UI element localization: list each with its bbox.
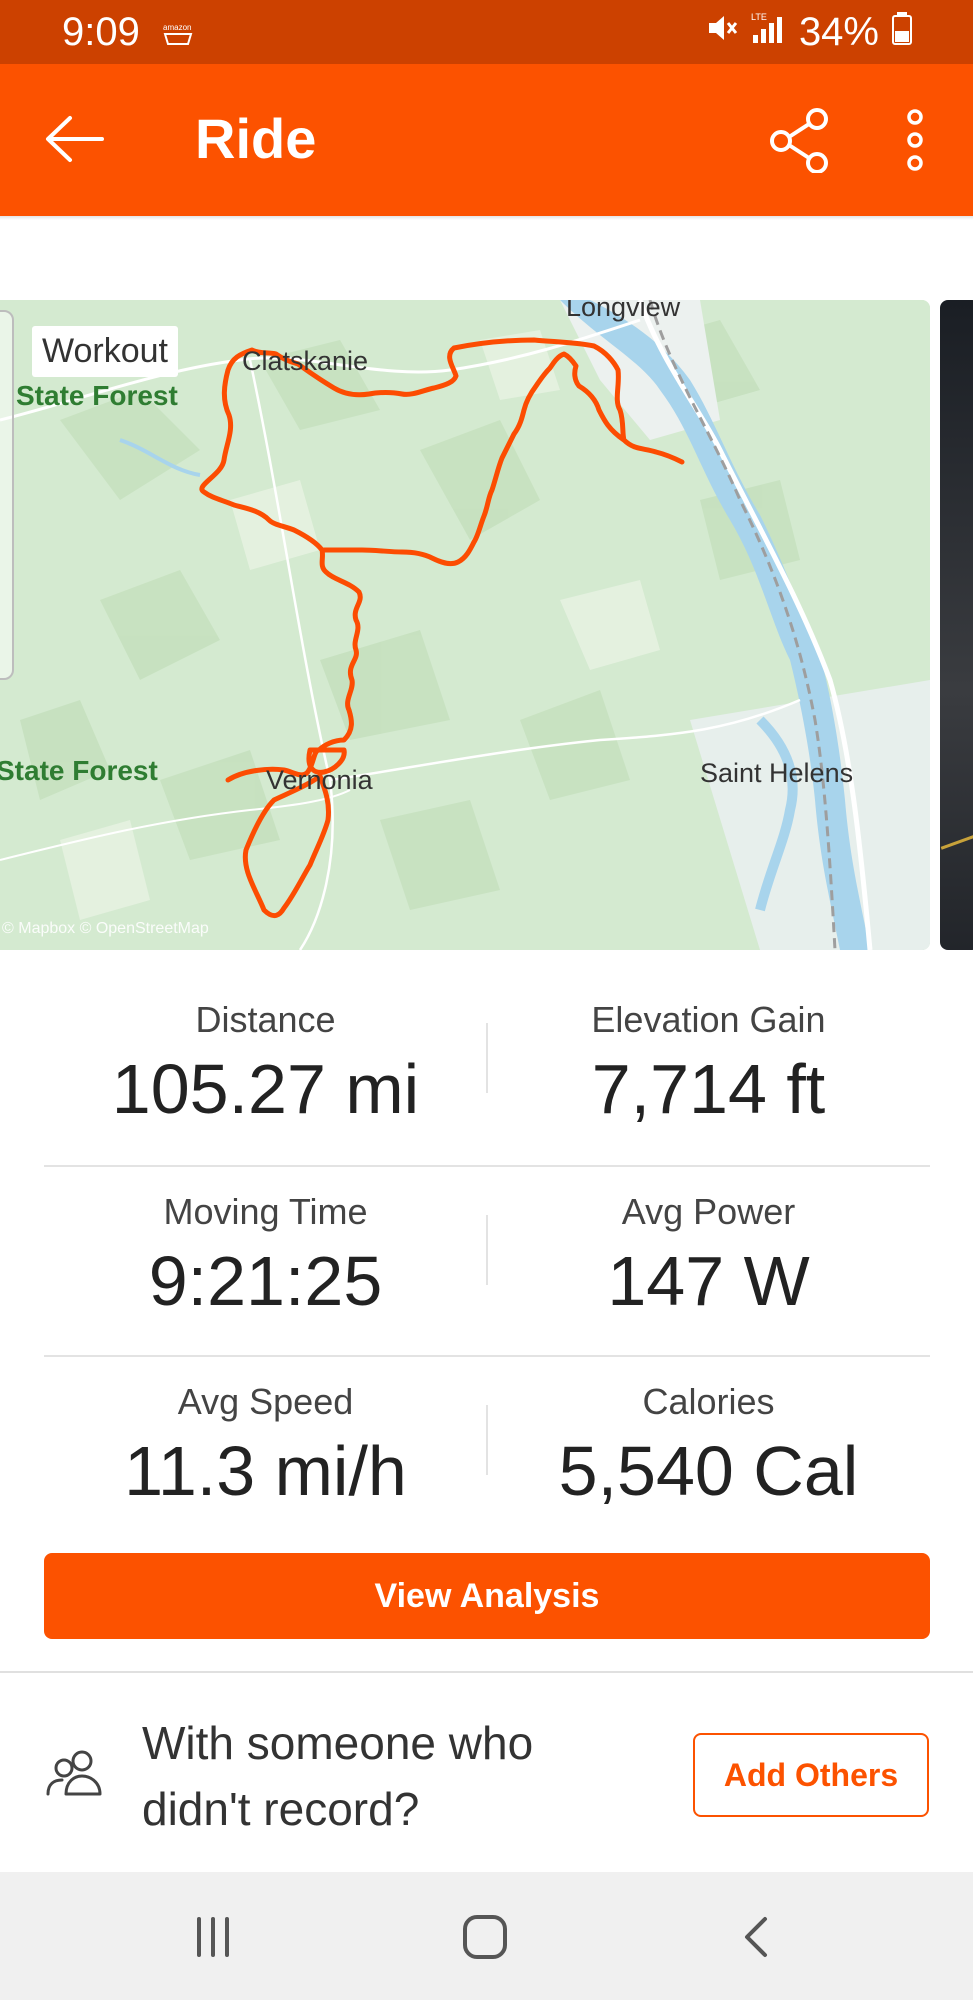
stat-value: 5,540 Cal — [558, 1432, 859, 1510]
stat-avg-power: Avg Power 147 W — [487, 1167, 930, 1321]
share-button[interactable] — [762, 102, 838, 178]
stat-row: Distance 105.27 mi Elevation Gain 7,714 … — [44, 975, 930, 1165]
view-analysis-button[interactable]: View Analysis — [44, 1553, 930, 1639]
stat-label: Moving Time — [163, 1191, 368, 1232]
stats-grid: Distance 105.27 mi Elevation Gain 7,714 … — [44, 975, 930, 1545]
system-back-button[interactable] — [712, 1902, 802, 1972]
status-right: LTE 34% — [705, 10, 913, 55]
recent-apps-button[interactable] — [168, 1902, 258, 1972]
map-label-vernonia: Vernonia — [266, 765, 373, 795]
recent-apps-icon — [197, 1917, 229, 1957]
map-label-saint-helens: Saint Helens — [700, 758, 854, 788]
stat-label: Elevation Gain — [591, 999, 826, 1040]
battery-icon — [891, 10, 913, 55]
svg-text:LTE: LTE — [751, 12, 767, 22]
stat-label: Calories — [642, 1381, 775, 1422]
home-icon — [463, 1915, 507, 1959]
amazon-icon: amazon — [162, 20, 196, 48]
workout-chip: Workout — [32, 326, 178, 377]
stat-value: 7,714 ft — [591, 1050, 826, 1128]
section-divider — [0, 1671, 973, 1673]
arrow-left-icon — [46, 116, 104, 162]
add-others-prompt: With someone who didn't record? — [142, 1717, 534, 1835]
stat-row: Moving Time 9:21:25 Avg Power 147 W — [44, 1165, 930, 1355]
stat-elevation-gain: Elevation Gain 7,714 ft — [487, 975, 930, 1129]
app-bar: Ride — [0, 64, 973, 216]
stat-label: Avg Speed — [177, 1381, 354, 1422]
map-label-clatskanie: Clatskanie — [242, 346, 369, 376]
add-others-button[interactable]: Add Others — [693, 1733, 929, 1817]
stat-calories: Calories 5,540 Cal — [487, 1357, 930, 1511]
stat-label: Distance — [195, 999, 336, 1040]
app-bar-shadow — [0, 216, 973, 220]
status-time: 9:09 — [62, 10, 140, 54]
mute-icon — [705, 10, 739, 55]
map-label-forest-top: State Forest — [16, 380, 178, 411]
home-button[interactable] — [440, 1902, 530, 1972]
stat-value: 11.3 mi/h — [124, 1432, 407, 1510]
more-options-button[interactable] — [890, 102, 940, 178]
status-bar: 9:09 amazon LTE 34% — [0, 0, 973, 64]
signal-icon: LTE — [747, 10, 787, 55]
photo-preview[interactable] — [940, 300, 973, 950]
group-icon — [44, 1748, 106, 1798]
map-label-forest-bottom: State Forest — [0, 755, 158, 786]
chevron-left-icon — [745, 1917, 767, 1957]
stat-distance: Distance 105.27 mi — [44, 975, 487, 1129]
share-icon — [770, 108, 828, 173]
battery-percent: 34% — [798, 10, 879, 54]
back-button[interactable] — [40, 104, 110, 174]
route-map[interactable]: Workout State Forest State Forest Longvi… — [0, 300, 930, 950]
stat-row: Avg Speed 11.3 mi/h Calories 5,540 Cal — [44, 1355, 930, 1545]
svg-text:amazon: amazon — [163, 23, 191, 32]
stat-value: 105.27 mi — [111, 1050, 420, 1128]
map-label-longview: Longview — [566, 300, 681, 322]
system-nav-bar — [0, 1872, 973, 2000]
page-title: Ride — [195, 107, 317, 170]
stat-moving-time: Moving Time 9:21:25 — [44, 1167, 487, 1321]
map-side-panel[interactable] — [0, 310, 14, 680]
stat-avg-speed: Avg Speed 11.3 mi/h — [44, 1357, 487, 1511]
stat-value: 147 W — [607, 1242, 810, 1320]
stat-value: 9:21:25 — [148, 1242, 383, 1320]
stat-label: Avg Power — [621, 1191, 796, 1232]
map-attribution[interactable]: © Mapbox © OpenStreetMap — [2, 920, 209, 938]
more-vertical-icon — [907, 109, 923, 171]
